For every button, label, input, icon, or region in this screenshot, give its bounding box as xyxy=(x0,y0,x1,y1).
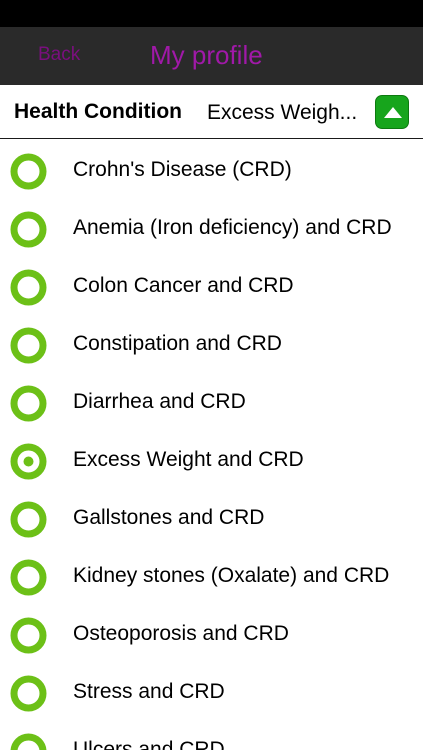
condition-item[interactable]: Excess Weight and CRD xyxy=(0,430,423,488)
condition-label: Gallstones and CRD xyxy=(73,506,265,529)
radio-selected-icon xyxy=(10,443,47,480)
status-bar xyxy=(0,0,423,27)
radio-unselected-icon xyxy=(10,675,47,712)
triangle-up-icon xyxy=(384,107,402,118)
condition-label: Excess Weight and CRD xyxy=(73,448,304,471)
condition-item[interactable]: Colon Cancer and CRD xyxy=(0,256,423,314)
radio-unselected-icon xyxy=(10,327,47,364)
health-condition-selector[interactable]: Health Condition Excess Weigh... xyxy=(0,85,423,139)
condition-label: Crohn's Disease (CRD) xyxy=(73,158,292,181)
radio-unselected-icon xyxy=(10,501,47,538)
condition-item[interactable]: Stress and CRD xyxy=(0,662,423,720)
page-title: My profile xyxy=(150,40,263,70)
selector-value[interactable]: Excess Weigh... xyxy=(207,101,367,125)
condition-label: Anemia (Iron deficiency) and CRD xyxy=(73,216,392,239)
radio-unselected-icon xyxy=(10,153,47,190)
condition-label: Diarrhea and CRD xyxy=(73,390,246,413)
condition-item[interactable]: Crohn's Disease (CRD) xyxy=(0,140,423,198)
back-button[interactable]: Back xyxy=(38,44,80,66)
radio-unselected-icon xyxy=(10,617,47,654)
navigation-bar: Back My profile xyxy=(0,27,423,85)
condition-label: Colon Cancer and CRD xyxy=(73,274,294,297)
condition-item[interactable]: Anemia (Iron deficiency) and CRD xyxy=(0,198,423,256)
condition-item[interactable]: Kidney stones (Oxalate) and CRD xyxy=(0,546,423,604)
condition-label: Constipation and CRD xyxy=(73,332,282,355)
radio-unselected-icon xyxy=(10,559,47,596)
selector-label: Health Condition xyxy=(14,100,182,123)
condition-item[interactable]: Diarrhea and CRD xyxy=(0,372,423,430)
radio-unselected-icon xyxy=(10,733,47,750)
condition-label: Stress and CRD xyxy=(73,680,225,703)
condition-item[interactable]: Gallstones and CRD xyxy=(0,488,423,546)
condition-list: Crohn's Disease (CRD) Anemia (Iron defici… xyxy=(0,140,423,750)
radio-unselected-icon xyxy=(10,385,47,422)
condition-label: Kidney stones (Oxalate) and CRD xyxy=(73,564,390,587)
radio-unselected-icon xyxy=(10,269,47,306)
condition-label: Osteoporosis and CRD xyxy=(73,622,289,645)
radio-unselected-icon xyxy=(10,211,47,248)
condition-item[interactable]: Ulcers and CRD xyxy=(0,720,423,750)
condition-label: Ulcers and CRD xyxy=(73,738,225,750)
condition-item[interactable]: Osteoporosis and CRD xyxy=(0,604,423,662)
condition-item[interactable]: Constipation and CRD xyxy=(0,314,423,372)
collapse-toggle-button[interactable] xyxy=(375,95,409,129)
